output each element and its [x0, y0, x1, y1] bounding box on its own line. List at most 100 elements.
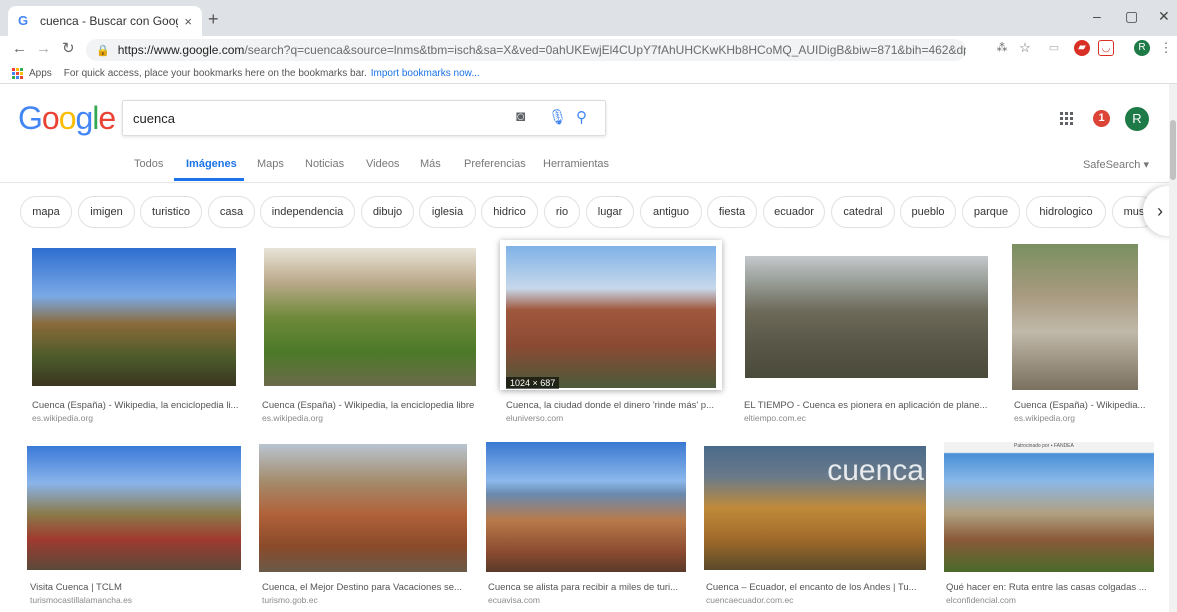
- bookmarks-bar: Apps For quick access, place your bookma…: [0, 64, 1177, 84]
- result-source-5: es.wikipedia.org: [1014, 413, 1075, 423]
- result-title-7[interactable]: Cuenca, el Mejor Destino para Vacaciones…: [262, 582, 472, 593]
- result-image-9[interactable]: cuenca: [704, 446, 926, 570]
- result-title-10[interactable]: Qué hacer en: Ruta entre las casas colga…: [946, 582, 1154, 593]
- url-host: https://www.google.com: [117, 43, 245, 57]
- result-title-9[interactable]: Cuenca – Ecuador, el encanto de los Ande…: [706, 582, 928, 593]
- chip-fiesta[interactable]: fiesta: [707, 196, 757, 228]
- result-source-7: turismo.gob.ec: [262, 595, 318, 605]
- apps-link[interactable]: Apps: [29, 68, 52, 79]
- image-dimensions-label: 1024 × 687: [506, 377, 560, 389]
- reload-icon[interactable]: ↻: [62, 40, 75, 58]
- chip-parque[interactable]: parque: [962, 196, 1020, 228]
- account-avatar[interactable]: R: [1125, 107, 1149, 131]
- result-title-5[interactable]: Cuenca (España) - Wikipedia...: [1014, 400, 1146, 411]
- search-icon[interactable]: ⚲: [576, 108, 587, 126]
- tab-imagenes[interactable]: Imágenes: [186, 158, 237, 170]
- chip-ecuador[interactable]: ecuador: [763, 196, 825, 228]
- safesearch-dropdown[interactable]: SafeSearch ▾: [1083, 158, 1149, 171]
- result-image-7[interactable]: [259, 444, 467, 572]
- result-image-10[interactable]: Patrocinado por ▪ FANDEA: [944, 442, 1154, 572]
- cast-icon[interactable]: ▭: [1046, 40, 1062, 56]
- tab-herramientas[interactable]: Herramientas: [543, 158, 609, 170]
- notifications-badge[interactable]: 1: [1093, 110, 1110, 127]
- result-image-5[interactable]: [1012, 244, 1138, 390]
- extension-adblock-icon[interactable]: ▰: [1074, 40, 1090, 56]
- chip-antiguo[interactable]: antiguo: [640, 196, 702, 228]
- result-image-6[interactable]: [27, 446, 241, 570]
- camera-icon[interactable]: ◙: [516, 108, 525, 125]
- import-bookmarks-link[interactable]: Import bookmarks now...: [371, 68, 480, 79]
- result-source-8: ecuavisa.com: [488, 595, 540, 605]
- result-image-1[interactable]: [32, 248, 236, 386]
- chip-dibujo[interactable]: dibujo: [361, 196, 414, 228]
- tab-title: cuenca - Buscar con Google: [40, 14, 179, 28]
- chip-iglesia[interactable]: iglesia: [419, 196, 476, 228]
- header-divider: [0, 182, 1177, 183]
- bookmarks-hint: For quick access, place your bookmarks h…: [63, 68, 367, 79]
- tab-close-icon[interactable]: ×: [184, 14, 192, 29]
- result-source-2: es.wikipedia.org: [262, 413, 323, 423]
- google-logo[interactable]: Google: [18, 100, 116, 137]
- google-apps-icon[interactable]: [1060, 112, 1073, 125]
- chip-casa[interactable]: casa: [208, 196, 255, 228]
- result-source-6: turismocastillalamancha.es: [30, 595, 133, 605]
- result-title-6[interactable]: Visita Cuenca | TCLM: [30, 582, 240, 593]
- chip-rio[interactable]: rio: [544, 196, 580, 228]
- related-searches-chips: mapa imigen turistico casa independencia…: [0, 196, 1177, 228]
- microphone-icon[interactable]: 🎙: [548, 108, 567, 126]
- chip-turistico[interactable]: turistico: [140, 196, 202, 228]
- result-image-3[interactable]: [506, 246, 716, 388]
- result-source-3: eluniverso.com: [506, 413, 564, 423]
- maximize-button[interactable]: ▢: [1125, 8, 1138, 25]
- address-bar[interactable]: 🔒 https://www.google.com/search?q=cuenca…: [86, 39, 966, 61]
- chip-pueblo[interactable]: pueblo: [900, 196, 956, 228]
- lock-icon: 🔒: [96, 44, 110, 57]
- chip-hidrologico[interactable]: hidrologico: [1026, 196, 1106, 228]
- chip-independencia[interactable]: independencia: [260, 196, 355, 228]
- result-image-4[interactable]: [745, 256, 988, 378]
- apps-grid-icon[interactable]: [12, 68, 23, 79]
- result-source-4: eltiempo.com.ec: [744, 413, 806, 423]
- star-icon[interactable]: ☆: [1017, 40, 1033, 56]
- minimize-button[interactable]: –: [1093, 8, 1101, 24]
- back-icon[interactable]: ←: [12, 40, 27, 58]
- menu-kebab-icon[interactable]: ⋮: [1158, 40, 1174, 56]
- logo-letter: e: [98, 100, 116, 136]
- close-window-button[interactable]: ✕: [1158, 8, 1170, 25]
- tab-todos[interactable]: Todos: [134, 158, 163, 170]
- result-image-8[interactable]: [486, 442, 686, 572]
- result-source-9: cuencaecuador.com.ec: [706, 595, 794, 605]
- logo-letter: o: [58, 100, 77, 136]
- profile-avatar-icon[interactable]: R: [1134, 40, 1150, 56]
- tab-preferencias[interactable]: Preferencias: [464, 158, 526, 170]
- forward-icon[interactable]: →: [36, 40, 51, 58]
- url-path: /search?q=cuenca&source=lnms&tbm=isch&sa…: [244, 43, 966, 57]
- logo-letter: o: [41, 100, 60, 136]
- chip-mapa[interactable]: mapa: [20, 196, 72, 228]
- logo-letter: G: [18, 100, 43, 136]
- tab-videos[interactable]: Videos: [366, 158, 399, 170]
- result-title-1[interactable]: Cuenca (España) - Wikipedia, la enciclop…: [32, 400, 238, 411]
- tab-mas[interactable]: Más: [420, 158, 441, 170]
- chip-imigen[interactable]: imigen: [78, 196, 135, 228]
- result-image-2[interactable]: [264, 248, 476, 386]
- result-title-3[interactable]: Cuenca, la ciudad donde el dinero 'rinde…: [506, 400, 718, 411]
- browser-tab[interactable]: G cuenca - Buscar con Google ×: [8, 6, 202, 36]
- tab-noticias[interactable]: Noticias: [305, 158, 344, 170]
- result-title-8[interactable]: Cuenca se alista para recibir a miles de…: [488, 582, 686, 593]
- sponsor-banner: Patrocinado por ▪ FANDEA: [1014, 443, 1074, 449]
- chip-hidrico[interactable]: hidrico: [481, 196, 538, 228]
- chip-lugar[interactable]: lugar: [586, 196, 634, 228]
- tab-maps[interactable]: Maps: [257, 158, 284, 170]
- cuenca-watermark: cuenca: [827, 454, 924, 487]
- extension-pocket-icon[interactable]: ◡: [1098, 40, 1114, 56]
- result-title-4[interactable]: EL TIEMPO - Cuenca es pionera en aplicac…: [744, 400, 990, 411]
- chip-catedral[interactable]: catedral: [831, 196, 895, 228]
- search-input[interactable]: cuenca: [122, 100, 606, 136]
- active-tab-indicator: [174, 178, 244, 181]
- scrollbar-thumb[interactable]: [1170, 120, 1176, 180]
- result-source-1: es.wikipedia.org: [32, 413, 93, 423]
- translate-icon[interactable]: ⁂: [994, 40, 1010, 56]
- new-tab-button[interactable]: +: [208, 10, 219, 28]
- result-title-2[interactable]: Cuenca (España) - Wikipedia, la enciclop…: [262, 400, 482, 411]
